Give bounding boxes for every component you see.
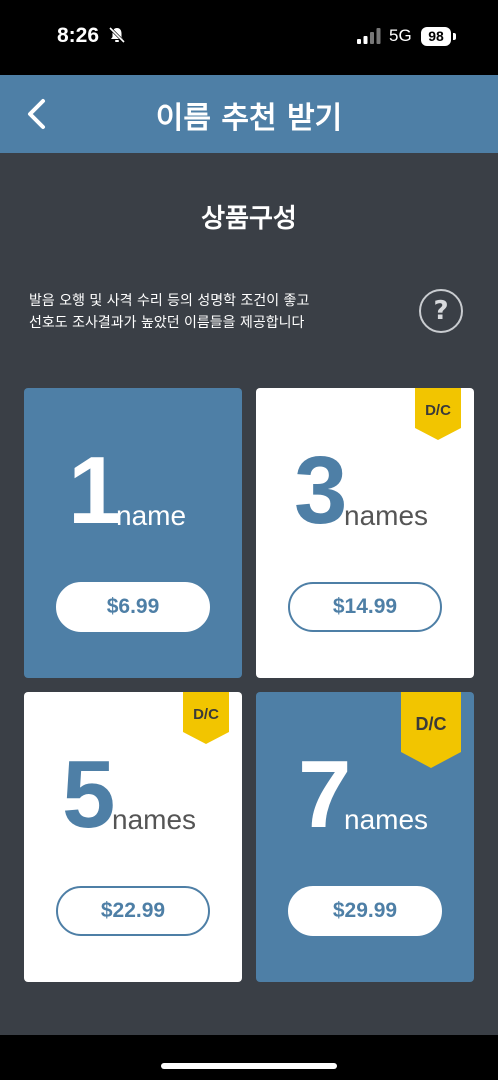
status-time: 8:26 xyxy=(57,24,100,47)
discount-badge-label: D/C xyxy=(193,706,219,723)
product-card-7-names[interactable]: D/C 7 names $29.99 xyxy=(256,692,474,982)
product-count: 1 xyxy=(68,437,122,544)
home-indicator[interactable] xyxy=(161,1063,337,1069)
signal-icon xyxy=(357,28,381,44)
bottom-bar xyxy=(0,1035,498,1080)
price-button[interactable]: $29.99 xyxy=(288,886,442,936)
product-card-1-name[interactable]: 1 name $6.99 xyxy=(24,388,242,678)
product-unit: name xyxy=(116,500,187,531)
discount-badge-label: D/C xyxy=(425,402,451,419)
discount-badge: D/C xyxy=(183,692,229,744)
product-card-5-names[interactable]: D/C 5 names $22.99 xyxy=(24,692,242,982)
product-description: 발음 오행 및 사격 수리 등의 성명학 조건이 좋고 선호도 조사결과가 높았… xyxy=(29,290,309,334)
product-unit: names xyxy=(344,804,429,835)
discount-badge: D/C xyxy=(401,692,461,768)
status-bar: 8:26 5G 98 xyxy=(0,0,498,75)
product-unit: names xyxy=(344,500,429,531)
battery-cap xyxy=(453,33,456,40)
product-unit: names xyxy=(112,804,197,835)
discount-badge: D/C xyxy=(415,388,461,440)
bell-muted-icon xyxy=(108,26,126,44)
product-count: 5 xyxy=(62,741,116,848)
page-title: 이름 추천 받기 xyxy=(155,101,343,136)
price-button[interactable]: $22.99 xyxy=(56,886,210,936)
description-line-1: 발음 오행 및 사격 수리 등의 성명학 조건이 좋고 xyxy=(29,293,310,309)
help-button[interactable]: ? xyxy=(419,289,463,333)
discount-badge-label: D/C xyxy=(415,714,447,734)
description-line-2: 선호도 조사결과가 높았던 이름들을 제공합니다 xyxy=(29,315,305,331)
network-type: 5G xyxy=(389,26,412,45)
section-title: 상품구성 xyxy=(201,204,297,234)
product-count: 3 xyxy=(294,437,348,544)
price-button[interactable]: $6.99 xyxy=(56,582,210,632)
product-card-3-names[interactable]: D/C 3 names $14.99 xyxy=(256,388,474,678)
nav-bar: 이름 추천 받기 xyxy=(0,75,498,153)
battery-icon: 98 xyxy=(421,27,451,46)
price-button[interactable]: $14.99 xyxy=(288,582,442,632)
